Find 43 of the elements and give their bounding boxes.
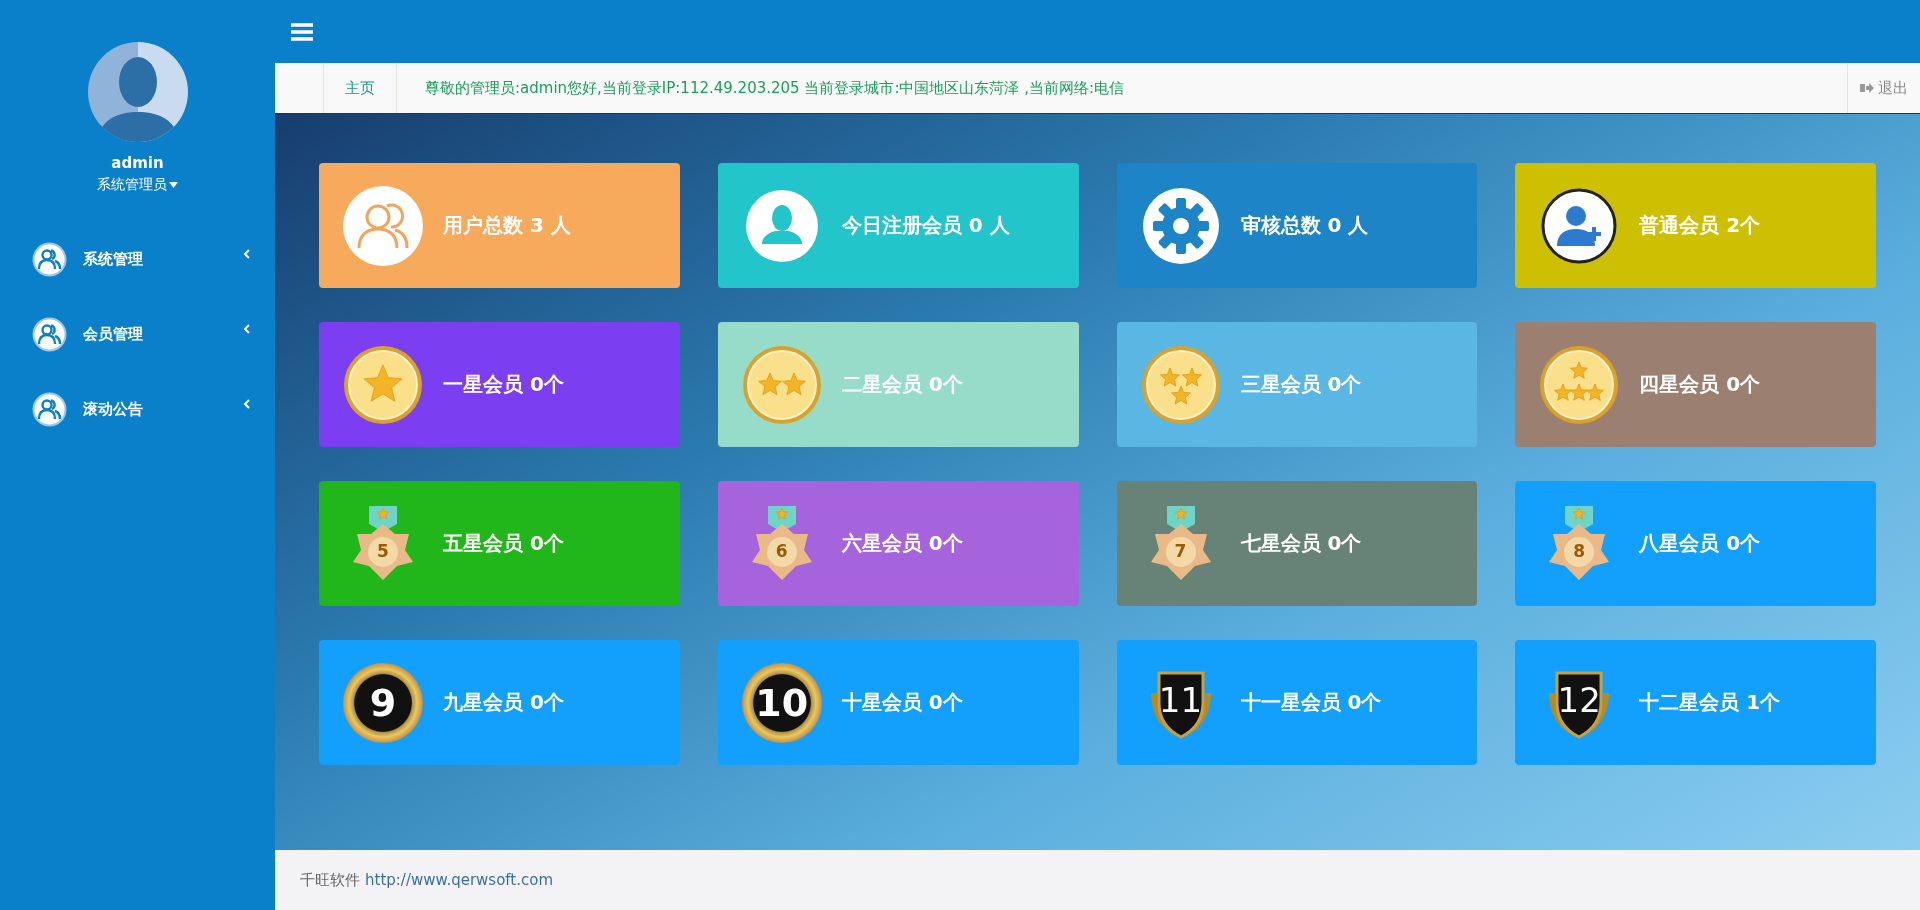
medal-number: 7 (1173, 540, 1188, 561)
badge-number: 12 (1557, 679, 1601, 720)
users-icon (32, 242, 67, 277)
menu-item[interactable]: 会员管理 (0, 317, 275, 352)
badge-number: 9 (369, 680, 397, 725)
star-coin-icon (741, 344, 822, 425)
logout-button[interactable]: 退出 (1847, 63, 1920, 113)
stat-card[interactable]: 6 六星会员 0个 (717, 481, 1079, 606)
stat-card[interactable]: 今日注册会员 0 人 (717, 163, 1079, 288)
stat-card[interactable]: 三星会员 0个 (1116, 322, 1478, 447)
menu-icon[interactable] (291, 22, 313, 41)
stat-card[interactable]: 10 十星会员 0个 (717, 640, 1079, 765)
company-name: 千旺软件 (300, 870, 360, 890)
stat-card[interactable]: 5 五星会员 0个 (319, 481, 680, 606)
gear-icon (1140, 185, 1221, 266)
stat-card[interactable]: 8 八星会员 0个 (1515, 481, 1876, 606)
website-link[interactable]: http://www.qerwsoft.com (365, 871, 554, 889)
users-icon (32, 317, 67, 352)
stat-card[interactable]: 7 七星会员 0个 (1116, 481, 1478, 606)
stat-card[interactable]: 9 九星会员 0个 (319, 640, 680, 765)
caret-icon[interactable] (169, 182, 178, 188)
badge-number: 11 (1158, 679, 1203, 720)
medal-number: 6 (774, 540, 789, 561)
users-icon (32, 392, 67, 427)
user-role[interactable]: 系统管理员 (97, 176, 167, 194)
sign-out-icon (1860, 82, 1874, 94)
user-name: admin (111, 154, 164, 172)
stat-card[interactable]: 一星会员 0个 (319, 322, 680, 447)
avatar-icon (87, 42, 188, 142)
stat-card[interactable]: 11 十一星会员 0个 (1116, 640, 1478, 765)
star-coin-icon (343, 344, 423, 425)
stat-card[interactable]: 四星会员 0个 (1515, 322, 1876, 447)
menu-item[interactable]: 滚动公告 (0, 392, 275, 427)
star-coin-icon (1140, 344, 1221, 425)
medal-number: 5 (376, 540, 390, 561)
stat-card[interactable]: 审核总数 0 人 (1116, 163, 1478, 288)
stat-card[interactable]: 12 十二星会员 1个 (1515, 640, 1876, 765)
menu-item[interactable]: 系统管理 (0, 242, 275, 277)
star-coin-icon (1539, 344, 1620, 425)
users-icon (343, 185, 423, 266)
medal-number: 8 (1572, 540, 1587, 561)
badge-number: 10 (755, 680, 809, 725)
welcome-message: 尊敬的管理员:admin您好,当前登录IP:112.49.203.205 当前登录城市:中国地区山东菏泽 ,当前网络:电信 (425, 78, 1125, 98)
